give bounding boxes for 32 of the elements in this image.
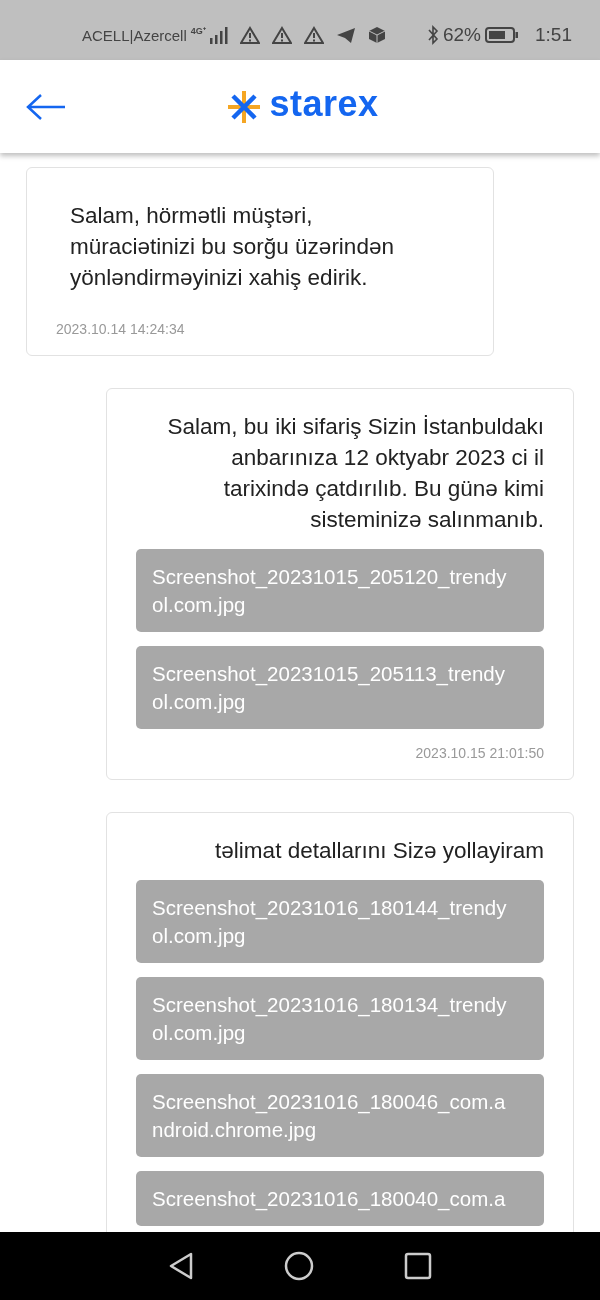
home-circle-icon bbox=[284, 1251, 314, 1281]
message-text: Salam, bu iki sifariş Sizin İstanbuldakı anbarınıza 12 oktyabr 2023 ci il tarixində çatdırılıb. Bu günə kimi sisteminizə salınmanıb. bbox=[166, 413, 544, 534]
attachment-button[interactable]: Screenshot_20231016_180046_com.android.chrome.jpg bbox=[136, 1074, 544, 1157]
warning-icon bbox=[271, 26, 292, 44]
back-triangle-icon bbox=[168, 1252, 194, 1280]
logo-text: starex bbox=[269, 85, 379, 122]
attachment-button[interactable]: Screenshot_20231015_205120_trendyol.com.jpg bbox=[136, 549, 544, 632]
attachment-button[interactable]: Screenshot_20231016_180144_trendyol.com.jpg bbox=[136, 880, 544, 963]
recents-square-icon bbox=[404, 1252, 432, 1280]
star-logo-icon bbox=[227, 89, 262, 124]
box-icon bbox=[367, 26, 386, 44]
battery-icon bbox=[485, 26, 519, 44]
attachment-button[interactable]: Screenshot_20231015_205113_trendyol.com.jpg bbox=[136, 646, 544, 729]
paper-plane-icon bbox=[335, 26, 356, 44]
attachment-button[interactable]: Screenshot_20231016_180040_com.a bbox=[136, 1171, 544, 1226]
back-nav-button[interactable] bbox=[168, 1252, 194, 1280]
bluetooth-icon bbox=[427, 25, 439, 45]
recents-nav-button[interactable] bbox=[404, 1252, 432, 1280]
home-nav-button[interactable] bbox=[284, 1251, 314, 1281]
network-type: 4G⁺ bbox=[190, 25, 206, 37]
battery-percent: 62% bbox=[443, 24, 481, 46]
attachment-button[interactable]: Screenshot_20231016_180134_trendyol.com.jpg bbox=[136, 977, 544, 1060]
message-time: 2023.10.15 21:01:50 bbox=[414, 745, 544, 761]
warning-icon bbox=[239, 26, 260, 44]
clock-time: 1:51 bbox=[535, 24, 572, 46]
message-text: təlimat detallarını Sizə yollayiram bbox=[214, 837, 544, 865]
message-text: Salam, hörmətli müştəri, müraciətinizi bu sorğu üzərindən yönləndirməyinizi xahiş edirik. bbox=[70, 202, 395, 292]
carrier-name: ACELL|Azercell bbox=[82, 26, 187, 44]
signal-icon bbox=[209, 26, 228, 44]
warning-icon bbox=[303, 26, 324, 44]
message-time: 2023.10.14 14:24:34 bbox=[56, 321, 186, 337]
back-arrow-icon bbox=[25, 93, 67, 121]
